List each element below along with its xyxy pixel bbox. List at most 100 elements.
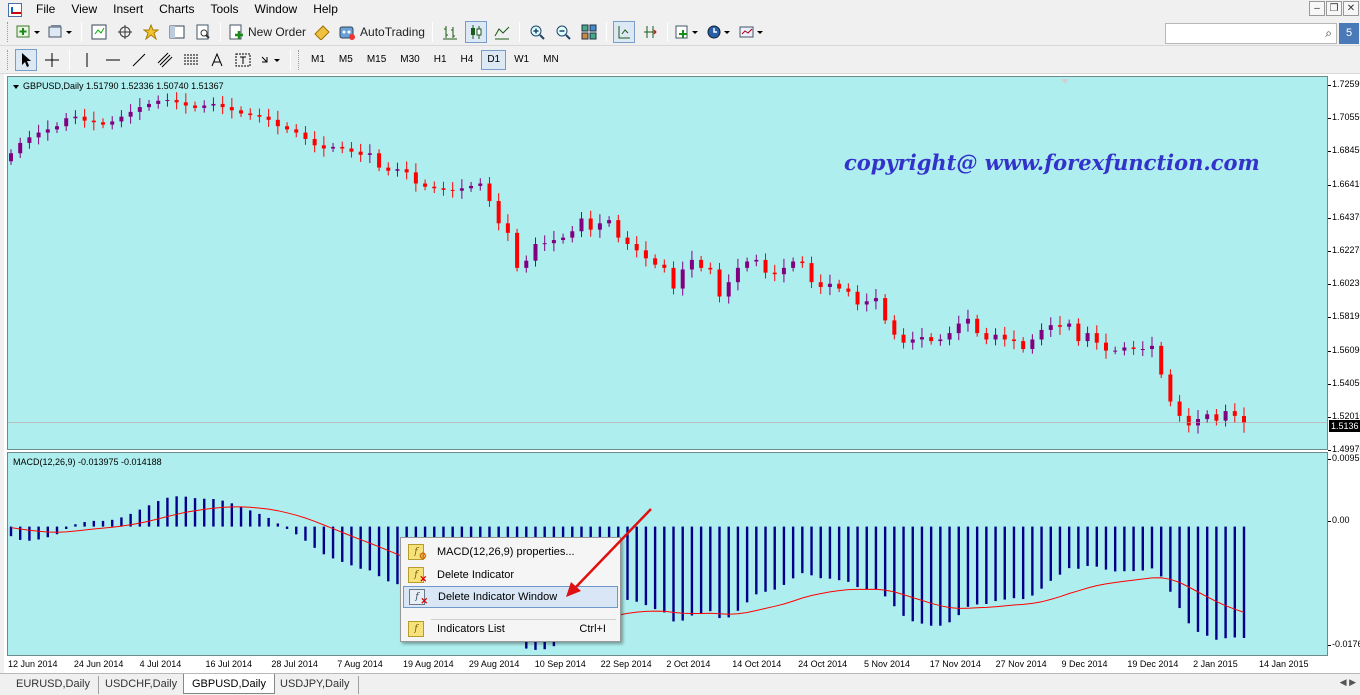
menu-insert[interactable]: Insert — [105, 0, 151, 19]
close-icon[interactable]: ✕ — [1343, 1, 1359, 16]
tab-eurusd-daily[interactable]: EURUSD,Daily — [8, 676, 99, 694]
timeframe-mn[interactable]: MN — [537, 50, 565, 70]
candle — [1186, 408, 1191, 433]
line-chart-button[interactable] — [491, 21, 513, 43]
price-axis-label: 1.62270 — [1328, 245, 1360, 255]
macd-bar — [847, 526, 850, 582]
macd-bar — [55, 526, 59, 535]
candle — [929, 333, 934, 345]
macd-bar — [718, 526, 721, 619]
periods-button[interactable] — [706, 21, 734, 43]
menu-item-indicators-list[interactable]: f Indicators List Ctrl+I — [403, 618, 618, 640]
macd-indicator-pane[interactable]: MACD(12,26,9) -0.013975 -0.014188 — [7, 452, 1328, 656]
terminal-button[interactable] — [166, 21, 188, 43]
menu-charts[interactable]: Charts — [151, 0, 202, 19]
fibonacci-button[interactable] — [180, 49, 202, 71]
macd-bar — [672, 526, 675, 622]
price-chart-pane[interactable]: GBPUSD,Daily 1.51790 1.52336 1.50740 1.5… — [7, 76, 1329, 450]
new-order-button[interactable]: New Order — [227, 21, 307, 43]
text-icon — [211, 52, 223, 67]
timeframe-h1[interactable]: H1 — [428, 50, 453, 70]
macd-bar — [267, 517, 270, 527]
candle — [1149, 336, 1154, 358]
macd-bar — [276, 523, 280, 527]
trendline-button[interactable] — [128, 49, 150, 71]
macd-bar — [985, 526, 988, 605]
zoom-in-button[interactable] — [526, 21, 548, 43]
candle — [699, 255, 704, 272]
vertical-line-button[interactable] — [76, 49, 98, 71]
timeframe-m1[interactable]: M1 — [305, 50, 331, 70]
fibonacci-icon — [184, 54, 198, 65]
text-label-button[interactable] — [232, 49, 254, 71]
app-icon[interactable] — [8, 2, 22, 17]
candle — [837, 279, 842, 293]
menu-help[interactable]: Help — [305, 0, 346, 19]
data-window-button[interactable] — [114, 21, 136, 43]
menu-item-delete-indicator-window[interactable]: f ✕ Delete Indicator Window — [403, 586, 618, 608]
tile-windows-button[interactable] — [578, 21, 600, 43]
tab-usdjpy-daily[interactable]: USDJPY,Daily — [272, 676, 359, 694]
candlestick-chart-button[interactable] — [464, 21, 487, 43]
chart-shift-button[interactable] — [639, 21, 661, 43]
timeframe-w1[interactable]: W1 — [508, 50, 535, 70]
crosshair-button[interactable] — [41, 49, 63, 71]
chevron-down-icon[interactable] — [13, 84, 19, 89]
timeframe-m15[interactable]: M15 — [361, 50, 392, 70]
macd-bar — [1012, 526, 1016, 599]
candle — [975, 314, 980, 337]
zoom-out-button[interactable] — [552, 21, 574, 43]
menu-item-delete-indicator[interactable]: f ✕ Delete Indicator — [403, 564, 618, 586]
text-button[interactable] — [206, 49, 228, 71]
strategy-tester-button[interactable] — [192, 21, 214, 43]
tab-usdchf-daily[interactable]: USDCHF,Daily — [97, 676, 187, 694]
candle — [542, 235, 547, 252]
price-axis[interactable]: 1.72590 1.70550 1.68450 1.66410 1.64370 1.622… — [1328, 76, 1360, 454]
menu-view[interactable]: View — [63, 0, 105, 19]
autotrading-button[interactable]: AutoTrading — [337, 21, 426, 43]
zoom-out-icon — [556, 25, 571, 40]
search-input[interactable]: ⌕ — [1165, 23, 1337, 44]
time-axis-label: 24 Jun 2014 — [73, 659, 124, 669]
timeframe-d1[interactable]: D1 — [481, 50, 507, 70]
candle — [505, 214, 510, 242]
profiles-button[interactable] — [47, 21, 75, 43]
toolbar-separator — [605, 22, 607, 42]
tab-scroll-arrows-icon[interactable]: ◀ ▶ — [1340, 677, 1356, 688]
macd-bar — [295, 526, 298, 535]
toolbar-separator — [518, 22, 520, 42]
search-icon[interactable]: ⌕ — [1325, 26, 1332, 41]
candle — [809, 256, 814, 289]
macd-axis[interactable]: 0.00956 0.00 -0.0176 — [1328, 452, 1360, 656]
metaeditor-button[interactable] — [311, 21, 333, 43]
menu-window[interactable]: Window — [247, 0, 306, 19]
bar-chart-button[interactable] — [439, 21, 461, 43]
timeframe-h4[interactable]: H4 — [455, 50, 480, 70]
menu-item-macd-properties[interactable]: f ⚙ MACD(12,26,9) properties... — [403, 541, 618, 563]
restore-icon[interactable]: ❐ — [1326, 1, 1342, 16]
market-watch-button[interactable] — [88, 21, 110, 43]
menu-file[interactable]: File — [28, 0, 63, 19]
indicators-icon — [675, 25, 698, 39]
arrows-button[interactable] — [258, 49, 284, 71]
indicators-button[interactable] — [674, 21, 702, 43]
candle — [183, 93, 188, 114]
menu-tools[interactable]: Tools — [203, 0, 247, 19]
horizontal-line-button[interactable] — [102, 49, 124, 71]
auto-scroll-button[interactable] — [612, 21, 635, 43]
cursor-button[interactable] — [15, 49, 37, 71]
timeframe-m30[interactable]: M30 — [394, 50, 425, 70]
templates-button[interactable] — [738, 21, 766, 43]
minimize-icon[interactable]: – — [1309, 1, 1325, 16]
candle — [275, 110, 280, 135]
navigator-button[interactable] — [140, 21, 162, 43]
new-chart-button[interactable] — [15, 21, 43, 43]
equidistant-channel-button[interactable] — [154, 49, 176, 71]
community-button[interactable]: 5 — [1339, 23, 1359, 44]
tab-gbpusd-daily[interactable]: GBPUSD,Daily — [183, 674, 275, 694]
candle — [726, 274, 731, 304]
timeframe-m5[interactable]: M5 — [333, 50, 359, 70]
candle — [515, 228, 520, 272]
macd-bar — [258, 513, 261, 527]
candle — [947, 326, 952, 346]
